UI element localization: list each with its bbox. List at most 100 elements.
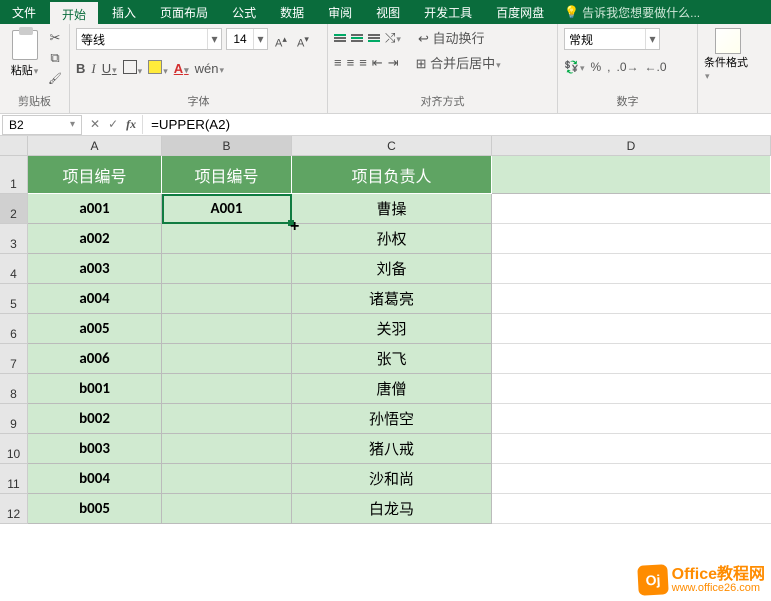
- row-header[interactable]: 3: [0, 224, 27, 254]
- cell[interactable]: [492, 494, 771, 524]
- align-top-icon[interactable]: [334, 34, 346, 42]
- tab-layout[interactable]: 页面布局: [148, 0, 220, 24]
- align-center-icon[interactable]: ≡: [347, 55, 355, 70]
- indent-decrease-icon[interactable]: ⇤: [372, 55, 383, 71]
- paste-button[interactable]: 粘贴: [6, 28, 43, 78]
- select-all-corner[interactable]: [0, 136, 28, 156]
- comma-button[interactable]: ,: [607, 60, 610, 74]
- format-painter-icon[interactable]: [47, 70, 63, 86]
- cell[interactable]: [492, 254, 771, 284]
- fx-icon[interactable]: fx: [126, 117, 136, 132]
- cell[interactable]: A001: [162, 194, 292, 224]
- cut-icon[interactable]: [47, 30, 63, 46]
- tab-file[interactable]: 文件: [0, 0, 48, 24]
- cell[interactable]: [162, 464, 292, 494]
- tell-me[interactable]: 💡 告诉我您想要做什么...: [558, 0, 706, 24]
- italic-button[interactable]: I: [91, 61, 95, 77]
- merge-button[interactable]: ⊞ 合并后居中: [416, 53, 501, 72]
- cell[interactable]: [492, 194, 771, 224]
- font-size-combo[interactable]: ▾: [226, 28, 268, 50]
- chevron-down-icon[interactable]: ▾: [70, 119, 75, 130]
- number-format-combo[interactable]: ▾: [564, 28, 660, 50]
- cell[interactable]: [162, 344, 292, 374]
- cell[interactable]: [492, 374, 771, 404]
- font-name-input[interactable]: [77, 29, 207, 49]
- tab-data[interactable]: 数据: [268, 0, 316, 24]
- tab-formulas[interactable]: 公式: [220, 0, 268, 24]
- chevron-down-icon[interactable]: ▾: [645, 29, 659, 49]
- cell[interactable]: b004: [28, 464, 162, 494]
- bold-button[interactable]: B: [76, 61, 85, 76]
- cancel-icon[interactable]: ✕: [90, 117, 100, 132]
- row-header[interactable]: 11: [0, 464, 27, 494]
- cell[interactable]: [162, 254, 292, 284]
- cell[interactable]: [492, 464, 771, 494]
- copy-icon[interactable]: [47, 50, 63, 66]
- chevron-down-icon[interactable]: ▾: [253, 29, 267, 49]
- row-header[interactable]: 1: [0, 156, 27, 194]
- tab-baidu[interactable]: 百度网盘: [484, 0, 556, 24]
- border-button[interactable]: [123, 60, 143, 77]
- tab-developer[interactable]: 开发工具: [412, 0, 484, 24]
- row-header[interactable]: 12: [0, 494, 27, 524]
- decrease-font-icon[interactable]: A▾: [294, 29, 312, 49]
- accounting-format-button[interactable]: 💱: [564, 60, 584, 74]
- cell[interactable]: b001: [28, 374, 162, 404]
- cell[interactable]: 刘备: [292, 254, 492, 284]
- cell[interactable]: 白龙马: [292, 494, 492, 524]
- cell[interactable]: 诸葛亮: [292, 284, 492, 314]
- header-cell[interactable]: 项目编号: [28, 156, 162, 194]
- cell[interactable]: [492, 404, 771, 434]
- cell[interactable]: a006: [28, 344, 162, 374]
- row-header[interactable]: 6: [0, 314, 27, 344]
- cell[interactable]: 曹操: [292, 194, 492, 224]
- row-header[interactable]: 8: [0, 374, 27, 404]
- row-header[interactable]: 9: [0, 404, 27, 434]
- cell[interactable]: [492, 224, 771, 254]
- align-middle-icon[interactable]: [351, 34, 363, 42]
- conditional-formatting-button[interactable]: 条件格式: [704, 28, 752, 82]
- formula-input[interactable]: [142, 115, 771, 134]
- cell[interactable]: [162, 224, 292, 254]
- col-header-b[interactable]: B: [162, 136, 292, 155]
- align-right-icon[interactable]: ≡: [359, 55, 367, 70]
- col-header-c[interactable]: C: [292, 136, 492, 155]
- font-color-button[interactable]: A: [174, 61, 189, 76]
- cell[interactable]: a001: [28, 194, 162, 224]
- cell[interactable]: a002: [28, 224, 162, 254]
- align-left-icon[interactable]: ≡: [334, 55, 342, 70]
- cell[interactable]: [492, 156, 771, 194]
- cell[interactable]: [162, 434, 292, 464]
- row-header[interactable]: 7: [0, 344, 27, 374]
- font-size-input[interactable]: [227, 29, 253, 49]
- cell[interactable]: 沙和尚: [292, 464, 492, 494]
- cell[interactable]: [492, 284, 771, 314]
- phonetic-button[interactable]: wén: [195, 61, 224, 76]
- cell[interactable]: [162, 374, 292, 404]
- indent-increase-icon[interactable]: ⇥: [388, 55, 399, 71]
- underline-button[interactable]: U: [102, 61, 117, 76]
- col-header-d[interactable]: D: [492, 136, 771, 155]
- row-header[interactable]: 4: [0, 254, 27, 284]
- cell[interactable]: [492, 314, 771, 344]
- cell[interactable]: [162, 404, 292, 434]
- cell[interactable]: 唐僧: [292, 374, 492, 404]
- cell[interactable]: 关羽: [292, 314, 492, 344]
- cell[interactable]: a004: [28, 284, 162, 314]
- wrap-text-button[interactable]: ↩ 自动换行: [418, 28, 485, 47]
- cell[interactable]: [162, 314, 292, 344]
- increase-decimal-icon[interactable]: .0→: [617, 60, 639, 74]
- enter-icon[interactable]: ✓: [108, 117, 118, 132]
- cell[interactable]: a003: [28, 254, 162, 284]
- font-name-combo[interactable]: ▾: [76, 28, 222, 50]
- cell[interactable]: 猪八戒: [292, 434, 492, 464]
- header-cell[interactable]: 项目负责人: [292, 156, 492, 194]
- cell[interactable]: 孙悟空: [292, 404, 492, 434]
- tab-view[interactable]: 视图: [364, 0, 412, 24]
- increase-font-icon[interactable]: A▴: [272, 29, 290, 49]
- fill-color-button[interactable]: [148, 60, 168, 77]
- cell[interactable]: b003: [28, 434, 162, 464]
- tab-home[interactable]: 开始: [48, 0, 100, 24]
- cell[interactable]: b002: [28, 404, 162, 434]
- row-header[interactable]: 5: [0, 284, 27, 314]
